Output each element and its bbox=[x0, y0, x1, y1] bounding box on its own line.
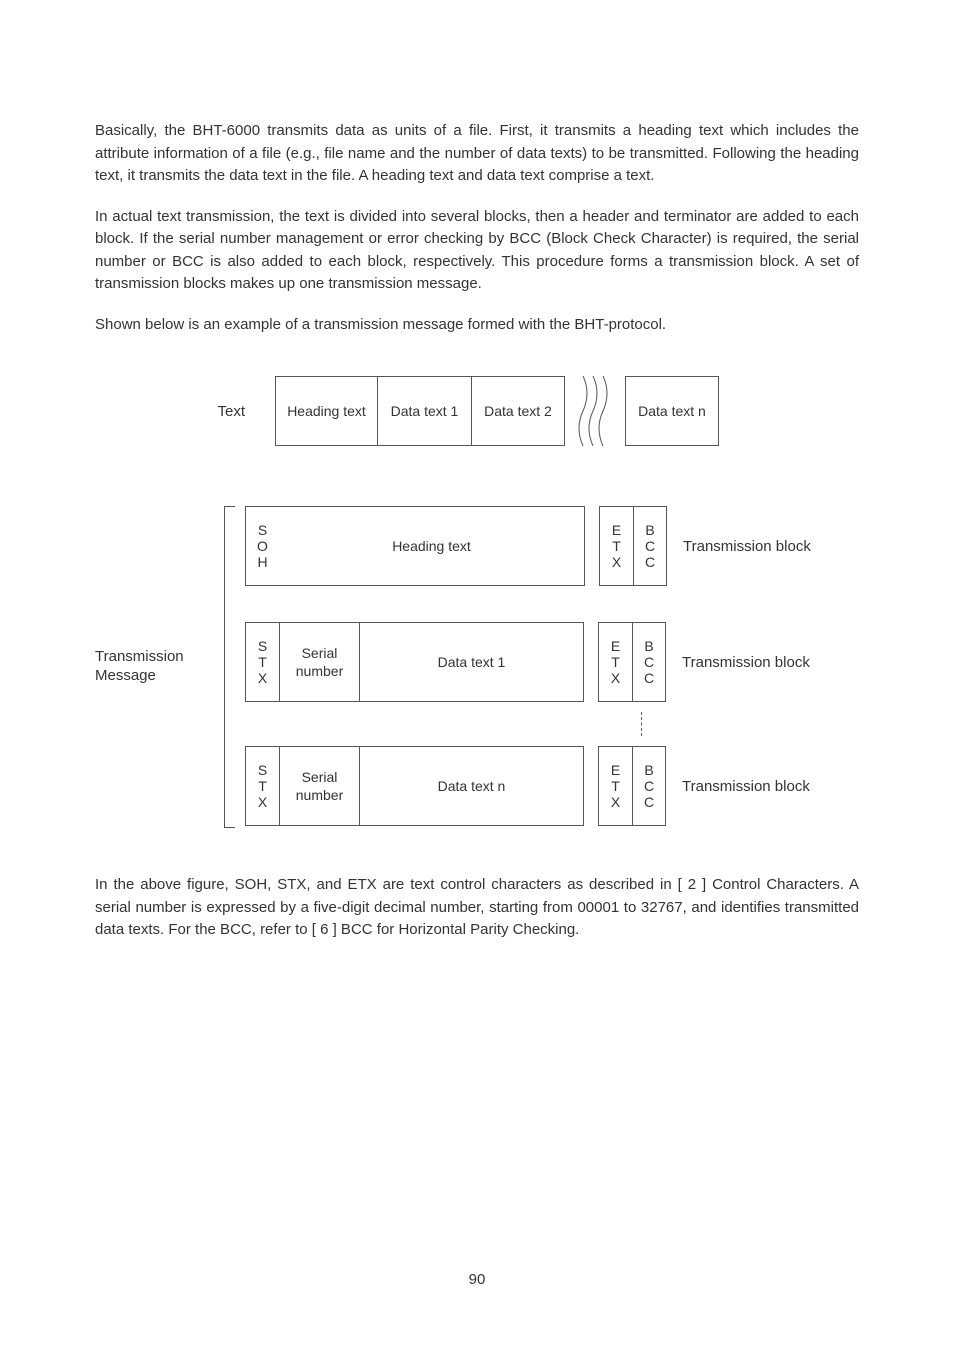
etx2-t: T bbox=[611, 654, 620, 670]
soh-s: S bbox=[258, 522, 267, 538]
bcc-cell-n: B C C bbox=[632, 746, 666, 826]
stxn-x: X bbox=[258, 794, 267, 810]
bccn-c1: C bbox=[644, 778, 654, 794]
data-text-n-block-cell: Data text n bbox=[359, 746, 584, 826]
etx1-e: E bbox=[612, 522, 621, 538]
stx2-t: T bbox=[258, 654, 267, 670]
soh-o: O bbox=[257, 538, 268, 554]
transmission-block-2: S T X Serial number Data text 1 E T X bbox=[245, 622, 859, 702]
heading-text-block-cell: Heading text bbox=[279, 506, 585, 586]
break-icon bbox=[565, 376, 625, 446]
serialn-line2: number bbox=[296, 786, 343, 804]
bcc1-b: B bbox=[645, 522, 654, 538]
paragraph-4: In the above figure, SOH, STX, and ETX a… bbox=[95, 874, 859, 942]
page-number: 90 bbox=[0, 1271, 954, 1288]
etx2-e: E bbox=[611, 638, 620, 654]
document-page: Basically, the BHT-6000 transmits data a… bbox=[0, 0, 954, 1348]
bccn-b: B bbox=[644, 762, 653, 778]
transmission-block-label-n: Transmission block bbox=[682, 778, 810, 795]
bccn-c2: C bbox=[644, 794, 654, 810]
diagram: Text Heading text Data text 1 Data text … bbox=[95, 376, 859, 826]
bracket-icon bbox=[224, 506, 235, 828]
stx2-x: X bbox=[258, 670, 267, 686]
etxn-t: T bbox=[611, 778, 620, 794]
stxn-s: S bbox=[258, 762, 267, 778]
transmission-block-label-2: Transmission block bbox=[682, 654, 810, 671]
serial-number-cell-n: Serial number bbox=[279, 746, 359, 826]
bcc2-b: B bbox=[644, 638, 653, 654]
text-row: Text Heading text Data text 1 Data text … bbox=[125, 376, 859, 446]
trans-label-line2: Message bbox=[95, 667, 156, 684]
data-text-1-cell: Data text 1 bbox=[377, 376, 471, 446]
etxn-x: X bbox=[611, 794, 620, 810]
stx-cell-2: S T X bbox=[245, 622, 279, 702]
soh-cell: S O H bbox=[245, 506, 279, 586]
trans-label-line1: Transmission bbox=[95, 648, 184, 665]
bcc-cell-1: B C C bbox=[633, 506, 667, 586]
data-text-2-cell: Data text 2 bbox=[471, 376, 565, 446]
paragraph-2: In actual text transmission, the text is… bbox=[95, 206, 859, 296]
etx-cell-n: E T X bbox=[598, 746, 632, 826]
serial-number-cell-2: Serial number bbox=[279, 622, 359, 702]
text-row-label: Text bbox=[125, 403, 275, 420]
data-text-n-cell: Data text n bbox=[625, 376, 719, 446]
heading-text-cell: Heading text bbox=[275, 376, 377, 446]
soh-h: H bbox=[257, 554, 267, 570]
serial2-line2: number bbox=[296, 662, 343, 680]
bcc2-c1: C bbox=[644, 654, 654, 670]
etx2-x: X bbox=[611, 670, 620, 686]
paragraph-3: Shown below is an example of a transmiss… bbox=[95, 314, 859, 337]
ellipsis-gap bbox=[565, 376, 625, 446]
transmission-block-n: S T X Serial number Data text n E T X bbox=[245, 746, 859, 826]
etxn-e: E bbox=[611, 762, 620, 778]
serialn-line1: Serial bbox=[302, 768, 338, 786]
transmission-block-1: S O H Heading text E T X B C C bbox=[245, 506, 859, 586]
paragraph-1: Basically, the BHT-6000 transmits data a… bbox=[95, 120, 859, 188]
bcc1-c1: C bbox=[645, 538, 655, 554]
transmission-message-area: Transmission Message S O H Heading text bbox=[95, 506, 859, 826]
stx-cell-n: S T X bbox=[245, 746, 279, 826]
stxn-t: T bbox=[258, 778, 267, 794]
transmission-block-label-1: Transmission block bbox=[683, 538, 811, 555]
transmission-message-label: Transmission Message bbox=[95, 506, 245, 826]
stx2-s: S bbox=[258, 638, 267, 654]
bcc-cell-2: B C C bbox=[632, 622, 666, 702]
vertical-ellipsis bbox=[425, 710, 859, 738]
data-text-1-block-cell: Data text 1 bbox=[359, 622, 584, 702]
etx1-t: T bbox=[612, 538, 621, 554]
blocks-column: S O H Heading text E T X B C C bbox=[245, 506, 859, 826]
bcc1-c2: C bbox=[645, 554, 655, 570]
etx-cell-1: E T X bbox=[599, 506, 633, 586]
etx-cell-2: E T X bbox=[598, 622, 632, 702]
serial2-line1: Serial bbox=[302, 644, 338, 662]
bcc2-c2: C bbox=[644, 670, 654, 686]
etx1-x: X bbox=[612, 554, 621, 570]
